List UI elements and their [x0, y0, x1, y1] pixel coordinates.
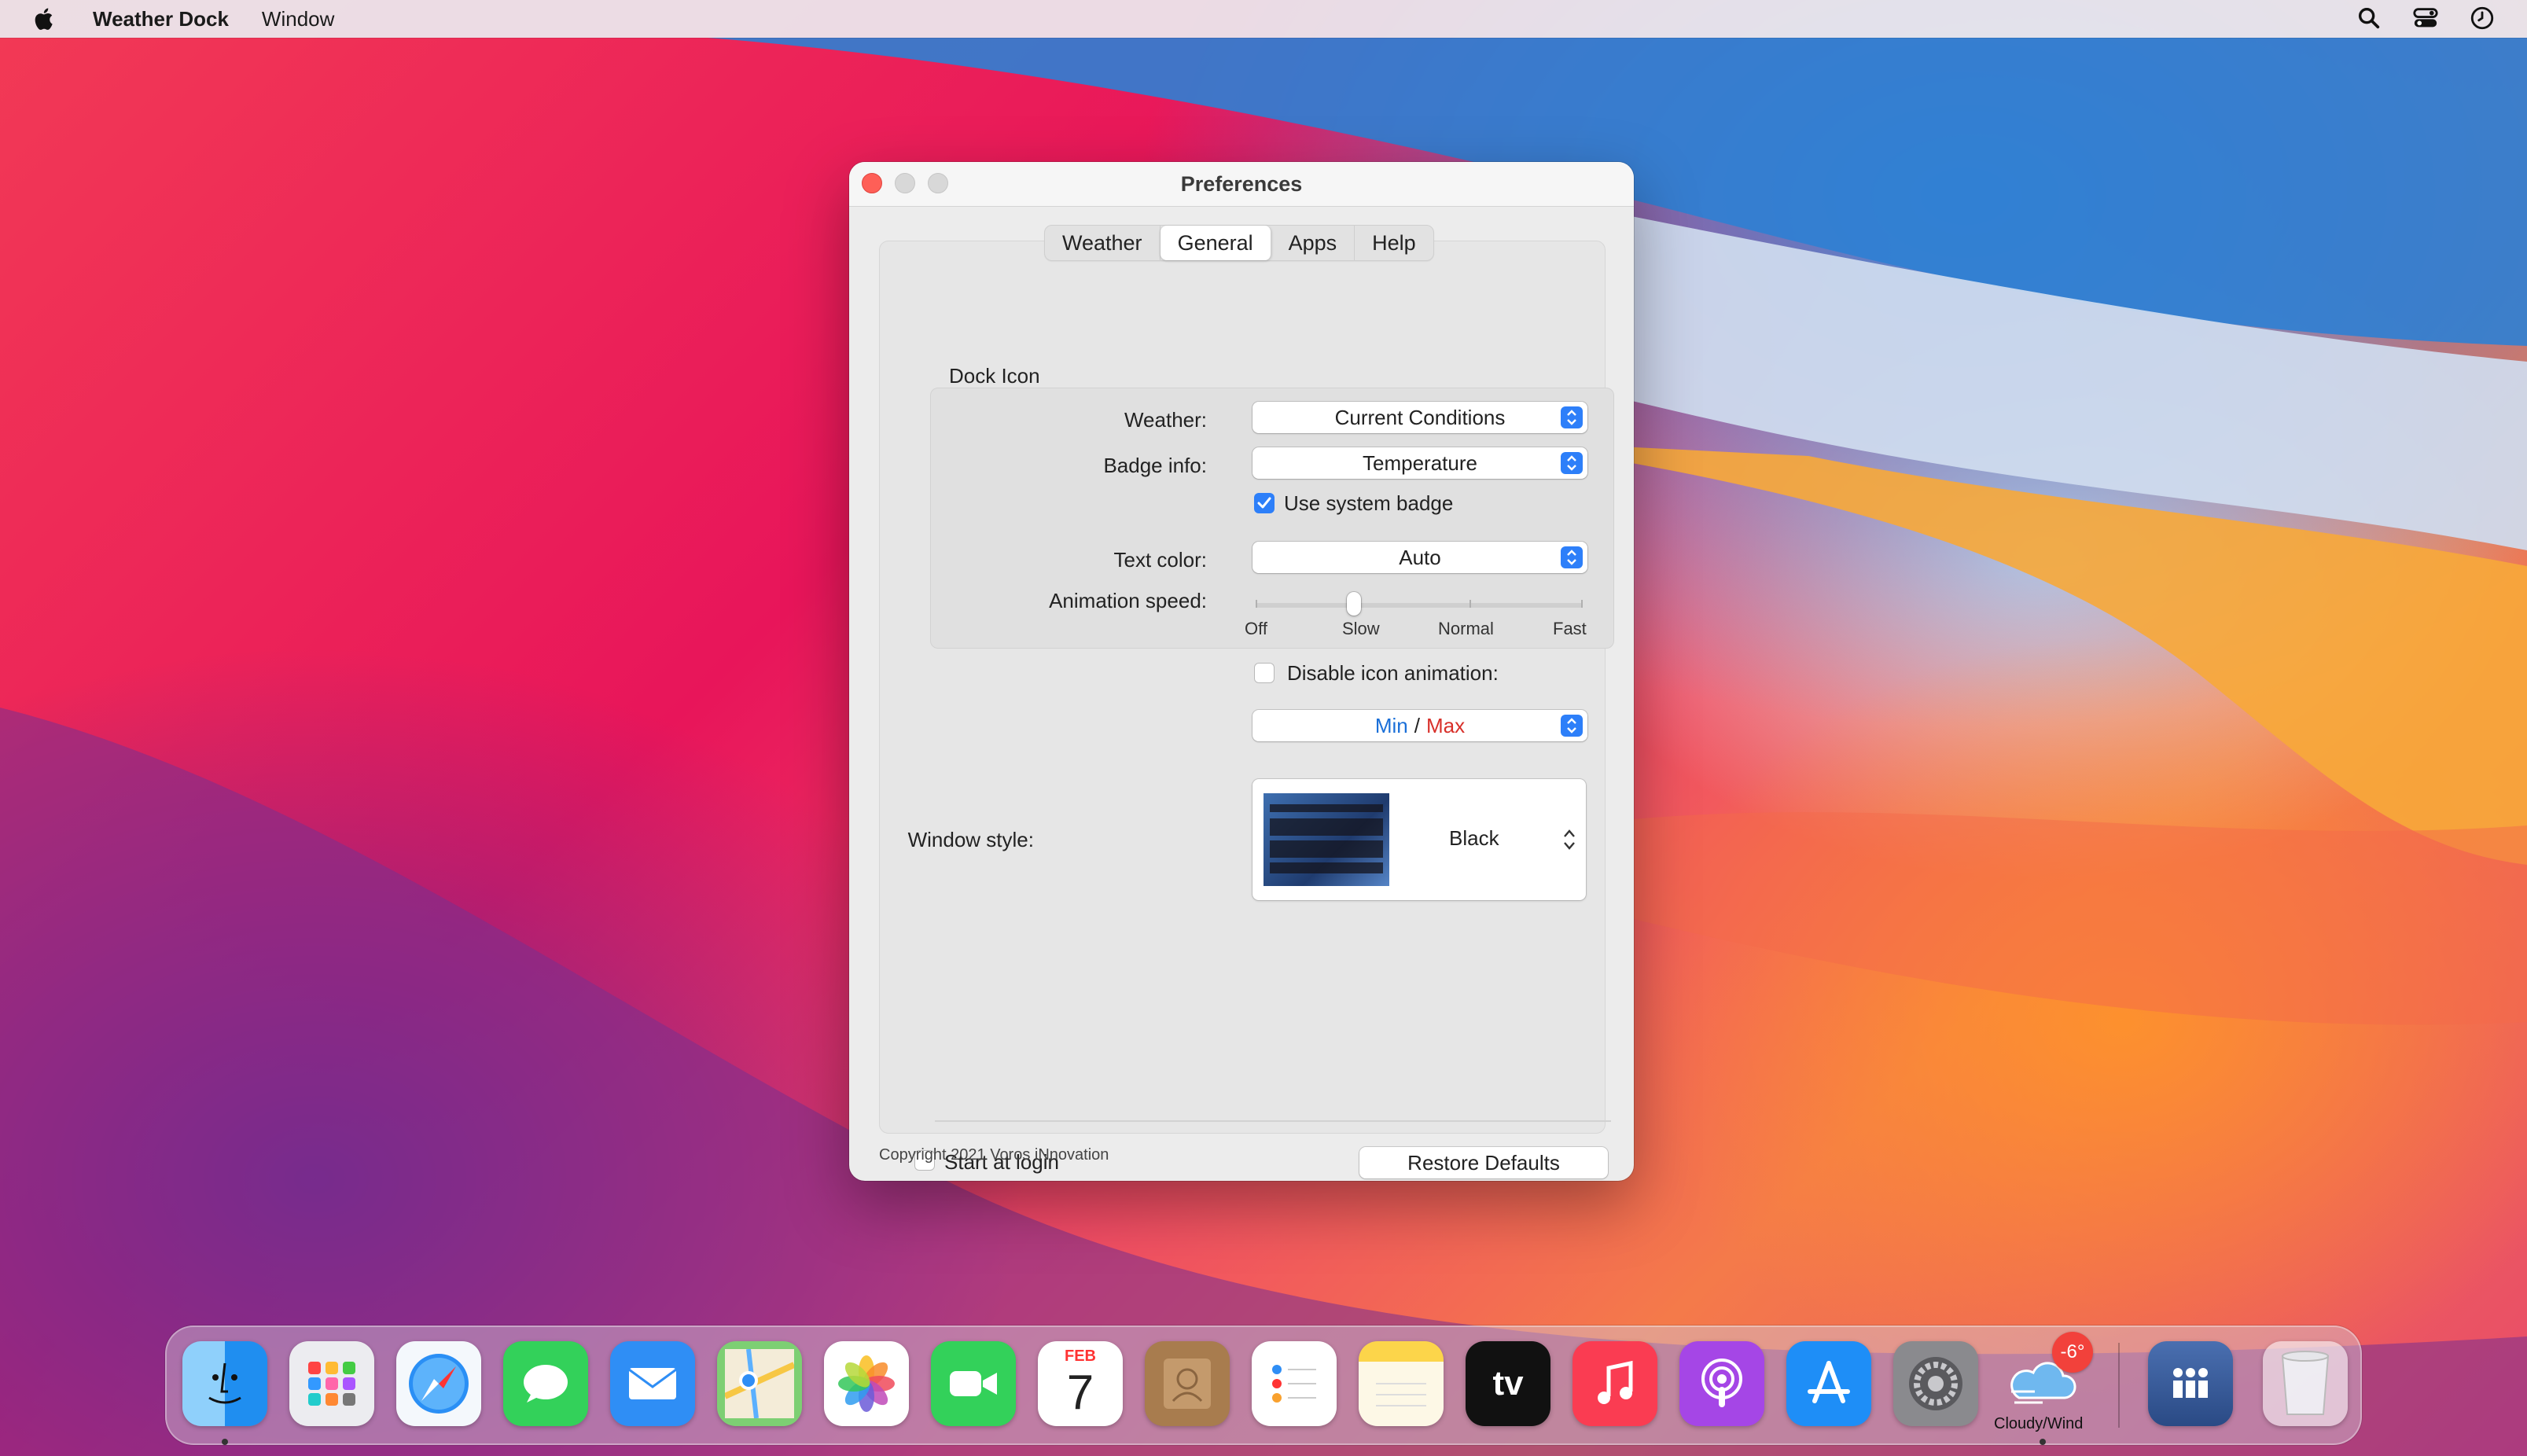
mail-icon[interactable]: [610, 1341, 695, 1426]
photos-icon[interactable]: [824, 1341, 909, 1426]
tab-general[interactable]: General: [1160, 226, 1271, 260]
users-folder-icon[interactable]: [2148, 1341, 2233, 1426]
apple-menu-icon[interactable]: [31, 6, 58, 32]
badge-info-popup-value: Temperature: [1363, 450, 1477, 475]
close-window-button[interactable]: [862, 173, 882, 193]
menu-bar: Weather Dock Window: [0, 0, 2527, 38]
tick-label-slow: Slow: [1342, 619, 1380, 638]
tick-label-normal: Normal: [1438, 619, 1494, 638]
text-color-label: Text color:: [1113, 548, 1208, 572]
safari-icon[interactable]: [396, 1341, 481, 1426]
use-system-badge-checkbox[interactable]: [1254, 493, 1275, 513]
slider-tick: [1581, 600, 1583, 608]
min-label: Min: [1374, 713, 1408, 737]
running-indicator: [2040, 1439, 2046, 1445]
tick-label-fast: Fast: [1553, 619, 1587, 638]
app-menu-weather-dock[interactable]: Weather Dock: [93, 7, 229, 31]
appletv-icon[interactable]: tv: [1466, 1341, 1550, 1426]
music-icon[interactable]: [1572, 1341, 1657, 1426]
contacts-icon[interactable]: [1145, 1341, 1230, 1426]
min-max-separator: /: [1414, 713, 1420, 737]
appletv-label: tv: [1492, 1364, 1524, 1403]
popup-stepper-icon: [1561, 546, 1583, 568]
finder-icon[interactable]: [182, 1341, 267, 1426]
tab-weather[interactable]: Weather: [1045, 226, 1161, 260]
use-system-badge-label: Use system badge: [1284, 491, 1454, 515]
popup-stepper-icon: [1561, 452, 1583, 474]
menu-window[interactable]: Window: [262, 7, 334, 31]
divider: [935, 1120, 1611, 1122]
animation-speed-slider[interactable]: [1256, 603, 1583, 608]
temperature-badge: -6°: [2052, 1332, 2093, 1373]
badge-info-popup[interactable]: Temperature: [1252, 447, 1587, 479]
animation-speed-label: Animation speed:: [1049, 589, 1207, 612]
popup-stepper-icon: [1561, 715, 1583, 737]
window-style-popup[interactable]: Black: [1252, 779, 1586, 900]
launchpad-icon[interactable]: [289, 1341, 374, 1426]
disable-icon-animation-label: Disable icon animation:: [1287, 661, 1499, 685]
disable-icon-animation-checkbox[interactable]: [1254, 663, 1275, 683]
calendar-month: FEB: [1065, 1348, 1096, 1365]
tab-apps[interactable]: Apps: [1271, 226, 1355, 260]
dock-separator: [2118, 1343, 2120, 1428]
notes-icon[interactable]: [1359, 1341, 1444, 1426]
maps-icon[interactable]: [717, 1341, 802, 1426]
messages-icon[interactable]: [503, 1341, 588, 1426]
title-bar: Preferences: [849, 162, 1634, 207]
reminders-icon[interactable]: [1252, 1341, 1337, 1426]
appstore-icon[interactable]: [1786, 1341, 1871, 1426]
min-max-popup[interactable]: Min / Max: [1252, 710, 1587, 741]
window-style-label: Window style:: [907, 828, 1034, 851]
spotlight-search-icon[interactable]: [2356, 5, 2382, 31]
dock-icon-caption: Cloudy/Wind: [1994, 1415, 2084, 1432]
minimize-window-button[interactable]: [895, 173, 915, 193]
tab-help[interactable]: Help: [1355, 226, 1433, 260]
tick-label-off: Off: [1245, 619, 1267, 638]
window-style-preview-thumbnail: [1264, 793, 1389, 886]
animation-speed-knob[interactable]: [1347, 592, 1361, 616]
preferences-window: Preferences Dock Icon Weather: Current C…: [849, 162, 1634, 1181]
text-color-popup[interactable]: Auto: [1252, 542, 1587, 573]
preferences-panel: Dock Icon Weather: Current Conditions Ba…: [879, 241, 1614, 1178]
weather-popup[interactable]: Current Conditions: [1252, 402, 1587, 433]
weather-popup-value: Current Conditions: [1334, 405, 1506, 429]
calendar-icon[interactable]: FEB 7: [1038, 1341, 1123, 1426]
system-preferences-icon[interactable]: [1893, 1341, 1978, 1426]
dock: FEB 7 tv -6° Cloudy/Wind: [165, 1325, 2362, 1445]
badge-info-label: Badge info:: [1103, 454, 1207, 477]
window-style-value: Black: [1449, 826, 1499, 850]
dock-icon-section-label: Dock Icon: [949, 364, 1040, 388]
slider-tick: [1469, 600, 1471, 608]
zoom-window-button[interactable]: [928, 173, 948, 193]
calendar-day: 7: [1066, 1366, 1094, 1420]
text-color-popup-value: Auto: [1399, 545, 1441, 569]
chevron-updown-icon: [1564, 829, 1575, 850]
podcasts-icon[interactable]: [1679, 1341, 1764, 1426]
clock-menu-icon[interactable]: [2469, 5, 2496, 31]
slider-tick: [1256, 600, 1257, 608]
window-title: Preferences: [1180, 171, 1303, 196]
tab-bar: Weather General Apps Help: [1044, 225, 1434, 261]
popup-stepper-icon: [1561, 406, 1583, 428]
trash-icon[interactable]: [2263, 1341, 2348, 1426]
facetime-icon[interactable]: [931, 1341, 1016, 1426]
checkmark-icon: [1257, 497, 1271, 509]
restore-defaults-button[interactable]: Restore Defaults: [1359, 1147, 1608, 1178]
weather-label: Weather:: [1124, 408, 1207, 432]
running-indicator: [222, 1439, 228, 1445]
max-label: Max: [1426, 713, 1466, 737]
copyright-text: Copyright 2021 Voros iNnovation: [879, 1146, 1109, 1164]
control-center-icon[interactable]: [2412, 5, 2439, 31]
